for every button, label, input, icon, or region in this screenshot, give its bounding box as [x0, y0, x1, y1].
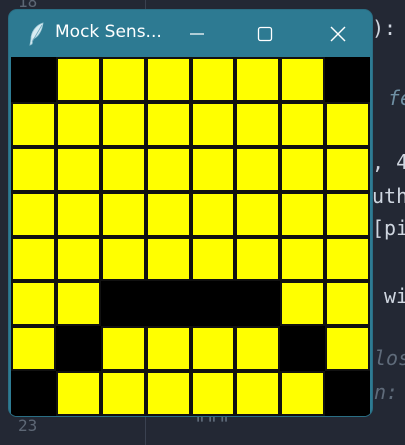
- led-pixel: [145, 326, 191, 372]
- led-pixel: [280, 101, 326, 147]
- led-pixel: [55, 191, 101, 237]
- led-pixel: [325, 326, 370, 372]
- led-pixel: [235, 146, 281, 192]
- led-matrix-grid: [11, 57, 370, 416]
- led-pixel: [145, 371, 191, 416]
- led-pixel: [235, 191, 281, 237]
- close-icon: [330, 26, 346, 41]
- led-pixel: [11, 236, 56, 282]
- led-pixel: [145, 57, 191, 102]
- led-pixel: [55, 101, 101, 147]
- led-pixel: [100, 191, 146, 237]
- maximize-button[interactable]: [231, 10, 299, 57]
- code-fragment: , 4: [372, 150, 405, 174]
- led-pixel: [145, 236, 191, 282]
- led-pixel: [11, 101, 56, 147]
- led-pixel: [235, 371, 281, 416]
- code-fragment: ):: [372, 16, 397, 40]
- led-pixel: [145, 101, 191, 147]
- led-pixel: [190, 281, 236, 327]
- title-bar[interactable]: Mock Sens...: [9, 10, 372, 57]
- led-pixel: [190, 57, 236, 102]
- led-pixel: [11, 281, 56, 327]
- mock-sense-hat-window[interactable]: Mock Sens...: [9, 10, 372, 416]
- minimize-icon: [190, 32, 204, 35]
- minimize-button[interactable]: [163, 10, 231, 57]
- led-pixel: [190, 236, 236, 282]
- led-pixel: [11, 326, 56, 372]
- led-pixel: [55, 281, 101, 327]
- led-pixel: [190, 191, 236, 237]
- led-pixel: [100, 57, 146, 102]
- window-title: Mock Sens...: [55, 22, 162, 42]
- led-pixel: [100, 281, 146, 327]
- led-pixel: [11, 191, 56, 237]
- led-pixel: [55, 371, 101, 416]
- line-number: 23: [18, 416, 38, 435]
- led-pixel: [145, 146, 191, 192]
- maximize-icon: [257, 26, 273, 41]
- led-pixel: [55, 146, 101, 192]
- led-pixel: [55, 326, 101, 372]
- code-fragment: wi: [384, 284, 405, 308]
- led-pixel: [190, 371, 236, 416]
- led-pixel: [235, 101, 281, 147]
- code-fragment: los: [374, 346, 405, 370]
- led-pixel: [190, 101, 236, 147]
- led-pixel: [280, 281, 326, 327]
- led-pixel: [280, 146, 326, 192]
- led-pixel: [325, 57, 370, 102]
- led-pixel: [235, 57, 281, 102]
- led-pixel: [145, 191, 191, 237]
- led-pixel: [235, 236, 281, 282]
- led-pixel: [190, 326, 236, 372]
- led-pixel: [11, 146, 56, 192]
- led-pixel: [11, 57, 56, 102]
- led-pixel: [100, 146, 146, 192]
- code-fragment: n:: [374, 380, 399, 404]
- led-pixel: [55, 57, 101, 102]
- code-fragment: [pi: [372, 216, 405, 240]
- led-pixel: [145, 281, 191, 327]
- led-pixel: [280, 326, 326, 372]
- led-pixel: [11, 371, 56, 416]
- led-pixel: [280, 191, 326, 237]
- led-pixel: [280, 236, 326, 282]
- led-pixel: [235, 281, 281, 327]
- code-fragment: uth: [372, 184, 405, 208]
- led-pixel: [100, 371, 146, 416]
- led-pixel: [325, 371, 370, 416]
- led-pixel: [325, 191, 370, 237]
- close-button[interactable]: [304, 10, 372, 57]
- feather-icon: [29, 22, 44, 46]
- led-pixel: [325, 236, 370, 282]
- led-pixel: [100, 326, 146, 372]
- led-pixel: [55, 236, 101, 282]
- led-pixel: [325, 101, 370, 147]
- led-pixel: [280, 57, 326, 102]
- led-pixel: [325, 281, 370, 327]
- code-fragment: fe: [388, 86, 405, 110]
- led-pixel: [100, 101, 146, 147]
- led-pixel: [235, 326, 281, 372]
- led-pixel: [325, 146, 370, 192]
- led-pixel: [100, 236, 146, 282]
- led-pixel: [280, 371, 326, 416]
- led-pixel: [190, 146, 236, 192]
